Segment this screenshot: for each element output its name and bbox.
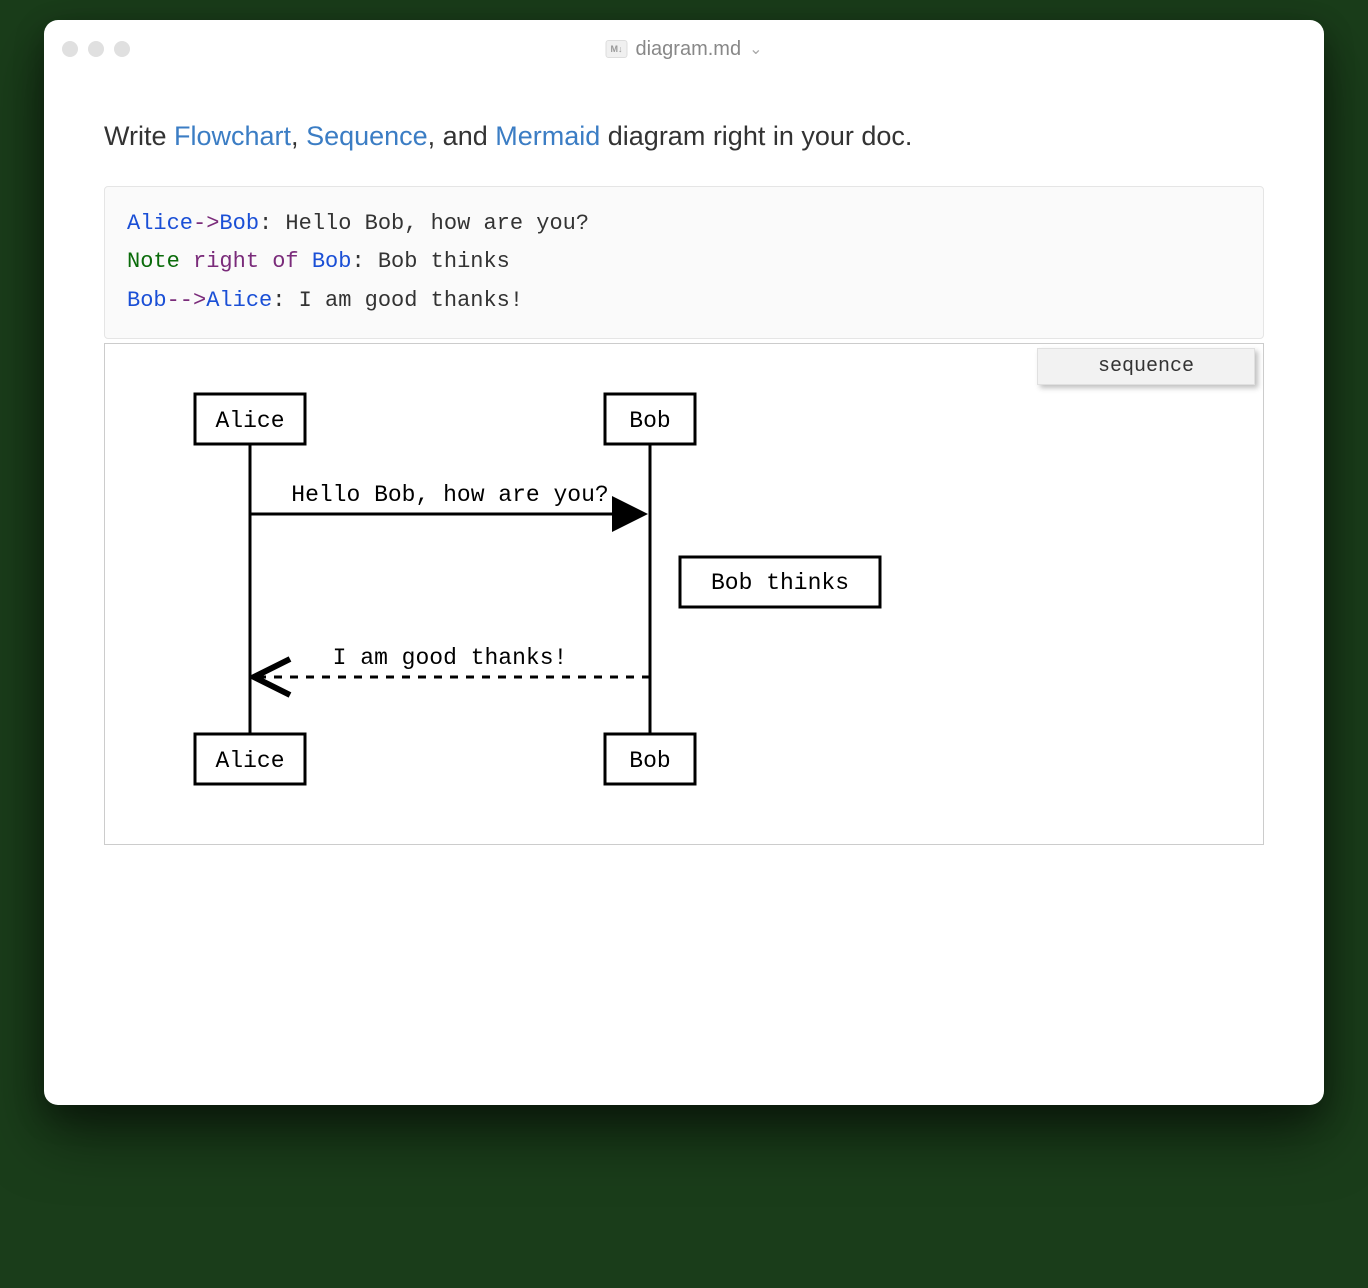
document-content[interactable]: Write Flowchart, Sequence, and Mermaid d… [44, 78, 1324, 1105]
sequence-diagram: Alice Bob Hello Bob, how are you? Bob th… [145, 389, 925, 789]
minimize-icon[interactable] [88, 41, 104, 57]
code-block[interactable]: Alice->Bob: Hello Bob, how are you? Note… [104, 186, 1264, 340]
filename-label: diagram.md [635, 38, 741, 61]
diagram-output: sequence Alice Bob [104, 343, 1264, 845]
actor-label: Bob [629, 408, 670, 434]
close-icon[interactable] [62, 41, 78, 57]
message-label: Hello Bob, how are you? [291, 482, 608, 508]
traffic-lights [62, 41, 130, 57]
markdown-icon: M↓ [605, 40, 627, 58]
link-flowchart[interactable]: Flowchart [174, 121, 291, 151]
link-mermaid[interactable]: Mermaid [495, 121, 600, 151]
note-label: Bob thinks [711, 570, 849, 596]
message-label: I am good thanks! [333, 645, 568, 671]
link-sequence[interactable]: Sequence [306, 121, 428, 151]
app-window: M↓ diagram.md ⌄ Write Flowchart, Sequenc… [44, 20, 1324, 1105]
actor-label: Alice [215, 408, 284, 434]
titlebar: M↓ diagram.md ⌄ [44, 20, 1324, 78]
chevron-down-icon: ⌄ [749, 39, 762, 59]
actor-label: Alice [215, 748, 284, 774]
intro-text: Write Flowchart, Sequence, and Mermaid d… [104, 118, 1264, 156]
actor-label: Bob [629, 748, 670, 774]
maximize-icon[interactable] [114, 41, 130, 57]
diagram-type-badge: sequence [1037, 348, 1255, 385]
title-filename[interactable]: M↓ diagram.md ⌄ [605, 38, 762, 61]
